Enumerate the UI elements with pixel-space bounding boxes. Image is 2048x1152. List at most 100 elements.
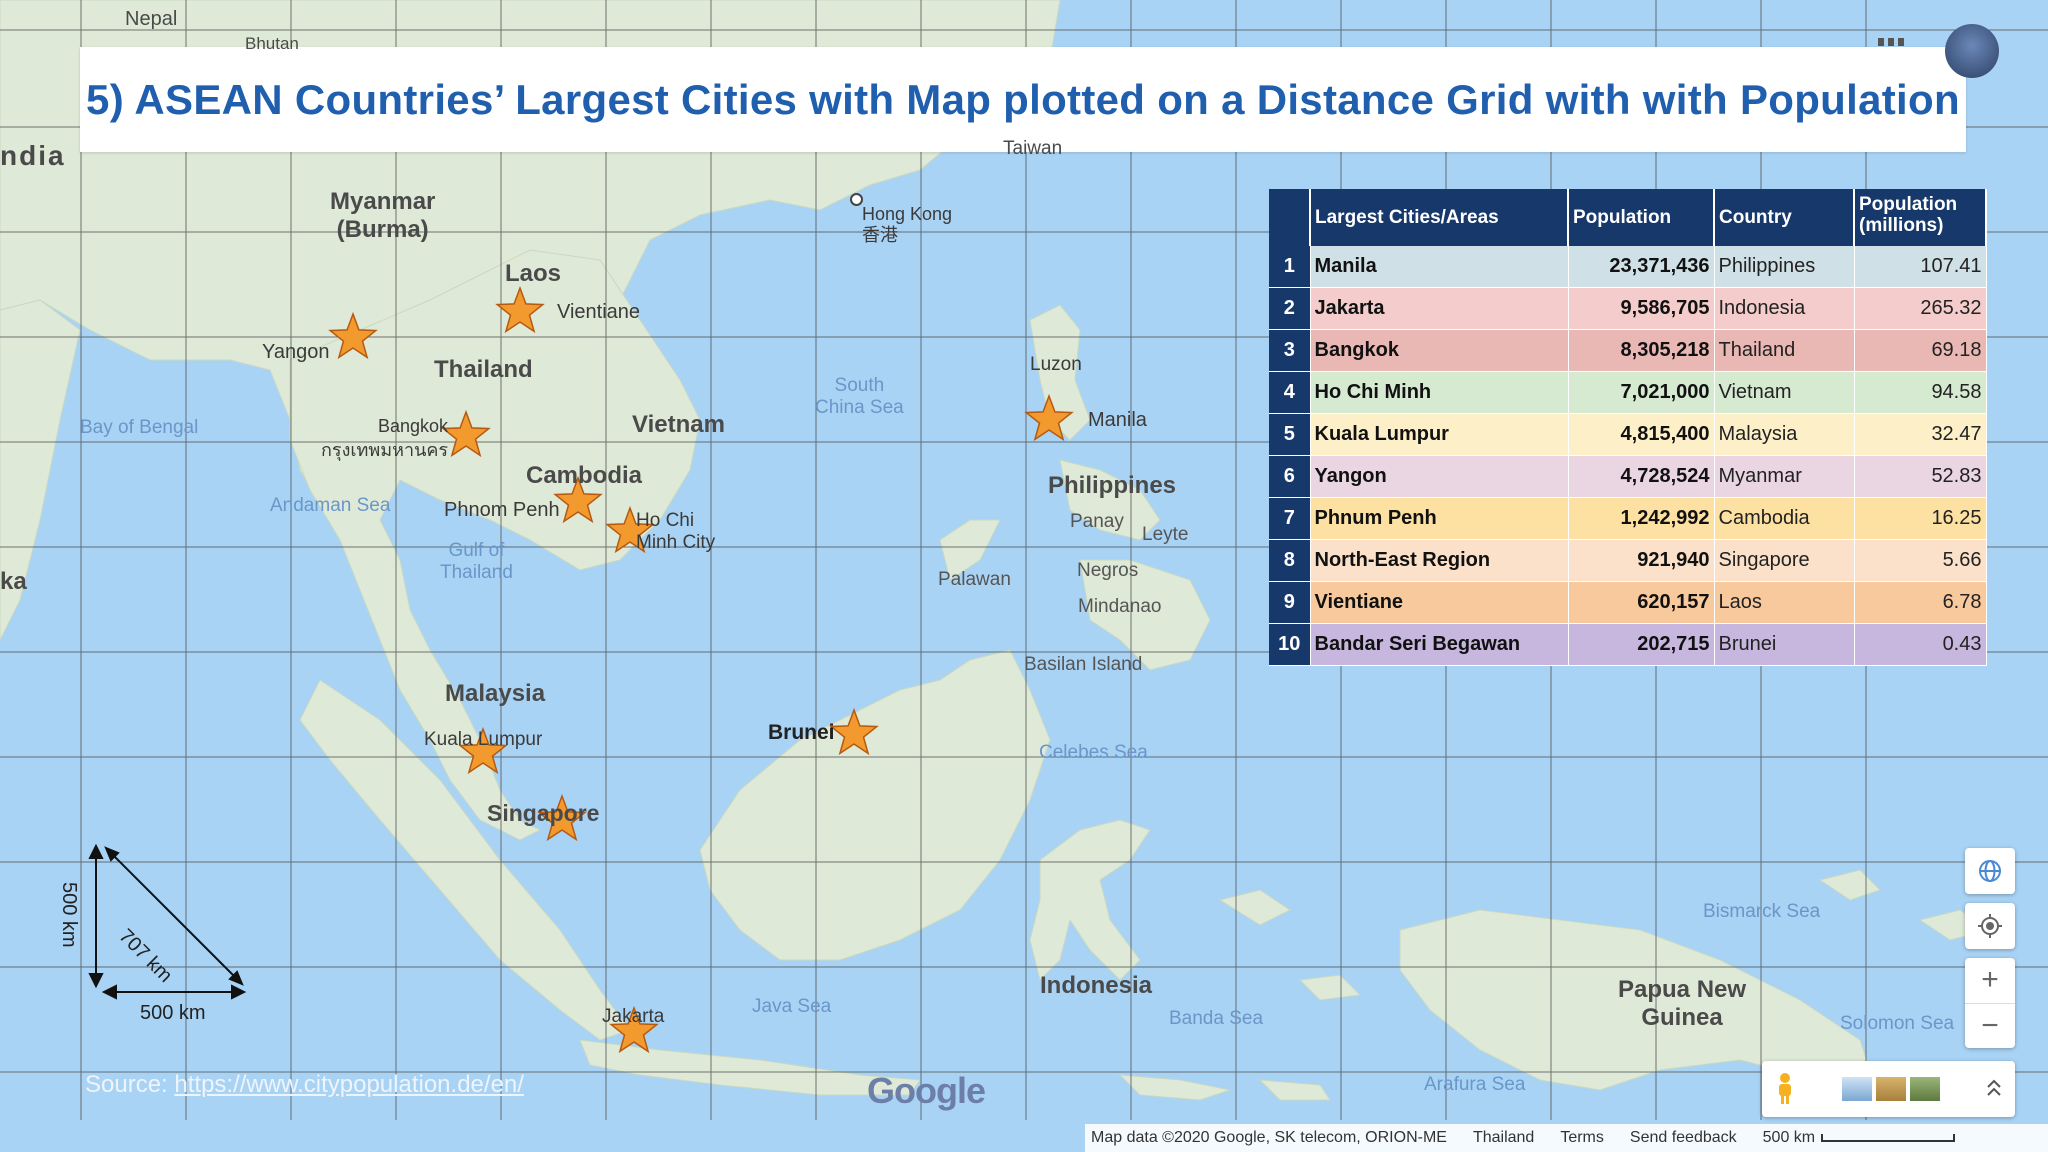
label-thailand: Thailand: [434, 356, 533, 383]
page-title: 5) ASEAN Countries’ Largest Cities with …: [86, 75, 1960, 123]
label-malaysia: Malaysia: [445, 680, 546, 707]
footer-feedback-link[interactable]: Send feedback: [1630, 1129, 1737, 1147]
table-header-city: Largest Cities/Areas: [1310, 189, 1569, 246]
table-row: 8 North-East Region 921,940 Singapore 5.66: [1269, 539, 1987, 582]
table-cell-rank: 8: [1269, 539, 1311, 582]
table-cell-population: 921,940: [1568, 539, 1715, 582]
zoom-in-button[interactable]: +: [1965, 958, 2015, 1004]
menu-dots-icon[interactable]: [1878, 38, 1908, 46]
table-cell-country: Cambodia: [1714, 497, 1855, 540]
label-papua-new-guinea: Papua New Guinea: [1618, 976, 1747, 1031]
label-bhutan: Bhutan: [245, 34, 299, 53]
table-cell-city: Bangkok: [1310, 329, 1569, 372]
table-cell-millions: 265.32: [1854, 287, 1987, 330]
table-cell-population: 8,305,218: [1568, 329, 1715, 372]
table-cell-millions: 32.47: [1854, 413, 1987, 456]
table-cell-millions: 69.18: [1854, 329, 1987, 372]
table-cell-rank: 2: [1269, 287, 1311, 330]
table-cell-city: Kuala Lumpur: [1310, 413, 1569, 456]
table-header-millions: Population (millions): [1854, 189, 1987, 246]
table-cell-country: Malaysia: [1714, 413, 1855, 456]
label-solomon-sea: Solomon Sea: [1840, 1013, 1955, 1034]
table-row: 9 Vientiane 620,157 Laos 6.78: [1269, 581, 1987, 624]
scale-horizontal-label: 500 km: [140, 1002, 206, 1024]
label-basilan-island: Basilan Island: [1024, 654, 1143, 675]
label-panay: Panay: [1070, 511, 1124, 532]
google-logo: Google: [867, 1070, 986, 1111]
label-nepal: Nepal: [125, 8, 178, 30]
my-location-icon: [1978, 914, 2002, 938]
table-row: 10 Bandar Seri Begawan 202,715 Brunei 0.43: [1269, 623, 1987, 666]
globe-button[interactable]: [1965, 848, 2015, 894]
my-location-button[interactable]: [1965, 903, 2015, 949]
label-gulf-of-thailand: Gulf of Thailand: [440, 540, 513, 583]
street-view-bar: [1762, 1061, 2015, 1117]
footer-scale: 500 km: [1763, 1129, 1956, 1147]
footer-region[interactable]: Thailand: [1473, 1129, 1534, 1147]
layer-thumb-2[interactable]: [1875, 1077, 1906, 1101]
layer-thumb-3[interactable]: [1909, 1077, 1940, 1101]
table-cell-rank: 10: [1269, 623, 1311, 666]
table-cell-rank: 3: [1269, 329, 1311, 372]
footer-terms-link[interactable]: Terms: [1560, 1129, 1604, 1147]
label-south-china-sea: South China Sea: [815, 375, 904, 418]
table-cell-rank: 4: [1269, 371, 1311, 414]
table-cell-rank: 9: [1269, 581, 1311, 624]
table-cell-country: Indonesia: [1714, 287, 1855, 330]
label-jakarta: Jakarta: [602, 1006, 665, 1027]
table-cell-rank: 7: [1269, 497, 1311, 540]
table-cell-rank: 5: [1269, 413, 1311, 456]
table-cell-millions: 6.78: [1854, 581, 1987, 624]
table-cell-country: Philippines: [1714, 246, 1855, 288]
table-cell-city: Vientiane: [1310, 581, 1569, 624]
table-cell-millions: 16.25: [1854, 497, 1987, 540]
table-cell-millions: 107.41: [1854, 246, 1987, 288]
table-header-row: Largest Cities/Areas Population Country …: [1269, 189, 1987, 246]
label-leyte: Leyte: [1142, 524, 1189, 545]
label-myanmar: Myanmar (Burma): [330, 188, 436, 243]
table-cell-population: 620,157: [1568, 581, 1715, 624]
table-cell-country: Thailand: [1714, 329, 1855, 372]
table-cell-population: 23,371,436: [1568, 246, 1715, 288]
label-bangkok: Bangkok: [378, 416, 449, 436]
label-laos: Laos: [505, 260, 562, 287]
table-row: 7 Phnum Penh 1,242,992 Cambodia 16.25: [1269, 497, 1987, 540]
chevron-up-icon[interactable]: [1985, 1078, 2003, 1100]
label-luzon: Luzon: [1030, 354, 1082, 375]
avatar: [1945, 24, 1999, 78]
label-java-sea: Java Sea: [752, 996, 832, 1017]
table-cell-rank: 1: [1269, 246, 1311, 288]
label-yangon: Yangon: [262, 341, 330, 363]
label-phnom-penh: Phnom Penh: [444, 499, 560, 521]
label-manila: Manila: [1088, 409, 1147, 431]
table-cell-population: 4,815,400: [1568, 413, 1715, 456]
table-cell-millions: 52.83: [1854, 455, 1987, 498]
zoom-control: + −: [1965, 958, 2015, 1048]
footer-scale-bar: [1821, 1134, 1956, 1142]
zoom-out-button[interactable]: −: [1965, 1004, 2015, 1049]
label-brunei: Brunei: [768, 721, 835, 744]
label-singapore: Singapore: [487, 800, 600, 826]
pegman-icon[interactable]: [1774, 1072, 1796, 1106]
layer-thumb-1[interactable]: [1841, 1077, 1872, 1101]
source-link[interactable]: https://www.citypopulation.de/en/: [174, 1071, 524, 1098]
table-row: 4 Ho Chi Minh 7,021,000 Vietnam 94.58: [1269, 371, 1987, 414]
label-bay-of-bengal: Bay of Bengal: [80, 417, 199, 438]
scale-vertical-label: 500 km: [58, 882, 80, 948]
label-kuala-lumpur: Kuala Lumpur: [424, 729, 543, 750]
table-cell-city: Phnum Penh: [1310, 497, 1569, 540]
table-row: 3 Bangkok 8,305,218 Thailand 69.18: [1269, 329, 1987, 372]
table-cell-country: Vietnam: [1714, 371, 1855, 414]
layer-thumbnails[interactable]: [1841, 1077, 1940, 1101]
table-header-country: Country: [1714, 189, 1855, 246]
label-palawan: Palawan: [938, 569, 1011, 590]
table-cell-rank: 6: [1269, 455, 1311, 498]
source-prefix: Source:: [85, 1071, 175, 1098]
title-banner: 5) ASEAN Countries’ Largest Cities with …: [80, 47, 1966, 152]
globe-icon: [1979, 860, 2001, 882]
table-row: 1 Manila 23,371,436 Philippines 107.41: [1269, 246, 1987, 288]
label-taiwan: Taiwan: [1003, 138, 1063, 159]
table-header-population: Population: [1568, 189, 1715, 246]
table-cell-population: 7,021,000: [1568, 371, 1715, 414]
table-cell-country: Singapore: [1714, 539, 1855, 582]
